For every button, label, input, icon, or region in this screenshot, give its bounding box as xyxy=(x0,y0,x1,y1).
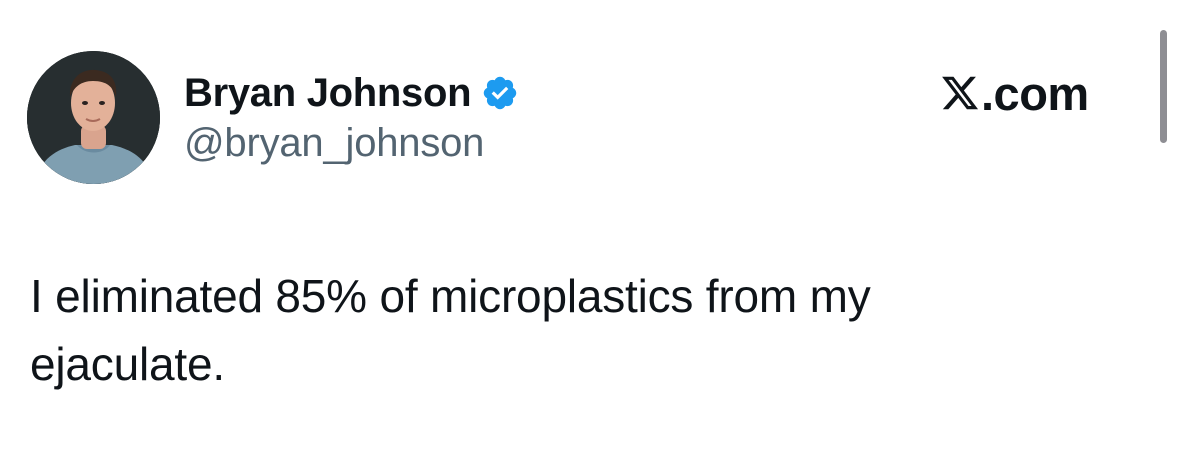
verified-badge-icon xyxy=(481,74,519,112)
avatar-photo xyxy=(27,51,160,184)
scrollbar[interactable] xyxy=(1160,30,1167,143)
author-handle[interactable]: @bryan_johnson xyxy=(184,121,484,166)
author-name[interactable]: Bryan Johnson xyxy=(184,71,472,116)
tweet-text: I eliminated 85% of microplastics from m… xyxy=(30,270,871,390)
author-avatar[interactable] xyxy=(27,51,160,184)
x-logo-icon xyxy=(940,73,980,113)
brand-domain: .com xyxy=(981,66,1089,120)
tweet-card: Bryan Johnson @bryan_johnson .com I elim… xyxy=(0,0,1179,469)
brand-watermark: .com xyxy=(940,66,1089,120)
author-name-row: Bryan Johnson xyxy=(184,66,519,120)
